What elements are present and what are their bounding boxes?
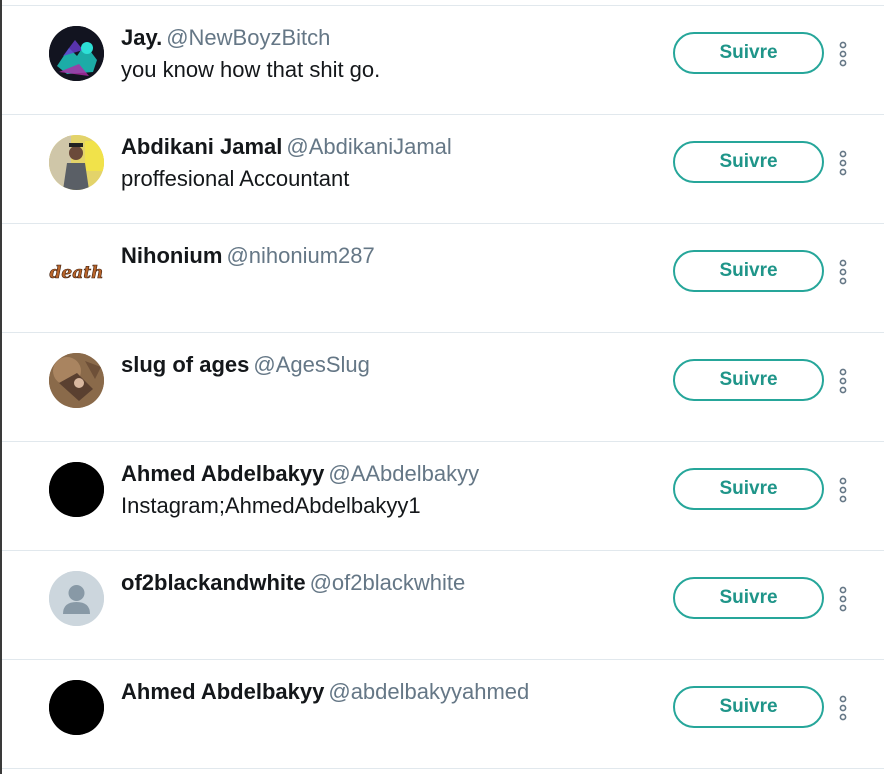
avatar[interactable] xyxy=(49,26,104,81)
avatar[interactable] xyxy=(49,353,104,408)
user-handle[interactable]: @AbdikaniJamal xyxy=(286,134,451,159)
user-name[interactable]: Nihonium xyxy=(121,243,222,268)
follow-button[interactable]: Suivre xyxy=(673,686,824,728)
user-name[interactable]: Abdikani Jamal xyxy=(121,134,282,159)
follow-button[interactable]: Suivre xyxy=(673,141,824,183)
avatar[interactable] xyxy=(49,135,104,190)
user-handle[interactable]: @NewBoyzBitch xyxy=(166,25,330,50)
follow-button[interactable]: Suivre xyxy=(673,359,824,401)
user-name[interactable]: Ahmed Abdelbakyy xyxy=(121,679,324,704)
avatar[interactable]: death xyxy=(49,244,104,299)
avatar[interactable] xyxy=(49,680,104,735)
list-item[interactable]: slug of ages @AgesSlug Suivre xyxy=(2,333,884,442)
user-handle[interactable]: @abdelbakyyahmed xyxy=(328,679,529,704)
user-bio: you know how that shit go. xyxy=(121,57,381,82)
user-handle[interactable]: @nihonium287 xyxy=(226,243,374,268)
user-name[interactable]: Ahmed Abdelbakyy xyxy=(121,461,324,486)
user-bio: proffesional Accountant xyxy=(121,166,350,191)
list-item[interactable]: death Nihonium @nihonium287 Suivre xyxy=(2,224,884,333)
follow-button[interactable]: Suivre xyxy=(673,250,824,292)
user-bio: Instagram;AhmedAbdelbakyy1 xyxy=(121,493,421,518)
more-options-icon[interactable] xyxy=(837,368,849,394)
user-list: Jay. @NewBoyzBitch you know how that shit… xyxy=(2,0,884,774)
user-handle[interactable]: @AgesSlug xyxy=(253,352,370,377)
more-options-icon[interactable] xyxy=(837,586,849,612)
follow-button[interactable]: Suivre xyxy=(673,32,824,74)
user-name[interactable]: slug of ages xyxy=(121,352,249,377)
user-name[interactable]: Jay. xyxy=(121,25,162,50)
user-handle[interactable]: @AAbdelbakyy xyxy=(328,461,479,486)
default-avatar-icon[interactable] xyxy=(49,571,104,626)
more-options-icon[interactable] xyxy=(837,695,849,721)
follow-button[interactable]: Suivre xyxy=(673,468,824,510)
more-options-icon[interactable] xyxy=(837,477,849,503)
more-options-icon[interactable] xyxy=(837,41,849,67)
list-item[interactable]: Ahmed Abdelbakyy @abdelbakyyahmed Suivre xyxy=(2,660,884,769)
user-name[interactable]: of2blackandwhite xyxy=(121,570,306,595)
more-options-icon[interactable] xyxy=(837,259,849,285)
list-item[interactable]: Ahmed Abdelbakyy @AAbdelbakyy Instagram;A… xyxy=(2,442,884,551)
list-item[interactable]: Jay. @NewBoyzBitch you know how that shit… xyxy=(2,6,884,115)
avatar[interactable] xyxy=(49,462,104,517)
follow-button[interactable]: Suivre xyxy=(673,577,824,619)
list-item[interactable]: Abdikani Jamal @AbdikaniJamal proffesiona… xyxy=(2,115,884,224)
list-item[interactable]: of2blackandwhite @of2blackwhite Suivre xyxy=(2,551,884,660)
user-handle[interactable]: @of2blackwhite xyxy=(310,570,466,595)
more-options-icon[interactable] xyxy=(837,150,849,176)
svg-text:death: death xyxy=(50,263,104,283)
